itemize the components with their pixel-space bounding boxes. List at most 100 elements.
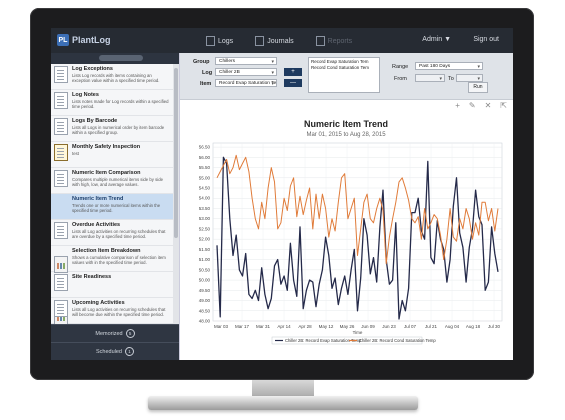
item-select[interactable]: Record Evap Saturation Temp <box>215 79 277 87</box>
y-tick-label: 55.00 <box>199 175 211 180</box>
report-title: Numeric Item Trend <box>72 196 124 202</box>
nav-reports[interactable]: Reports <box>315 36 352 46</box>
report-description: test <box>72 151 79 156</box>
y-tick-label: 53.50 <box>199 206 211 211</box>
monitor-stand-base <box>148 396 418 410</box>
y-tick-label: 50.00 <box>199 278 211 283</box>
selected-item[interactable]: Record Cond Saturation Tem <box>311 65 377 71</box>
report-title: Log Exceptions <box>72 66 113 72</box>
y-tick-label: 49.50 <box>199 288 211 293</box>
report-description: Lists all Log activities on recurring sc… <box>72 229 166 239</box>
trend-chart: Numeric Item Trend Mar 01, 2015 to Aug 2… <box>199 119 503 345</box>
monitor-bezel: PL PlantLog Logs Journals Reports Admin … <box>30 8 534 380</box>
y-tick-label: 50.50 <box>199 267 211 272</box>
y-tick-label: 51.00 <box>199 257 211 262</box>
selected-items-list[interactable]: Record Evap Saturation Tem Record Cond S… <box>308 57 380 93</box>
report-description: Lists all Log activities on recurring sc… <box>72 307 166 317</box>
report-title: Monthly Safety Inspection <box>72 144 141 150</box>
export-icon[interactable]: ⇱ <box>500 101 507 110</box>
x-tick-label: Jul 30 <box>488 324 501 329</box>
report-description: Compares multiple numerical items side b… <box>72 177 163 187</box>
journal-icon <box>255 36 265 46</box>
scroll-thumb[interactable] <box>174 68 178 238</box>
report-item-text: Numeric Item Comparison Compares multiple… <box>72 170 170 191</box>
document-icon <box>54 92 68 109</box>
sidebar-report-item[interactable]: Logs By Barcode Lists all Logs in numeric… <box>51 116 173 142</box>
report-description: Trends one or more numerical items withi… <box>72 203 161 213</box>
report-item-text: Log Exceptions Lists Log records with ite… <box>72 66 170 87</box>
x-axis-label: Time <box>353 330 363 335</box>
y-tick-label: 54.50 <box>199 186 211 191</box>
chart-title: Numeric Item Trend <box>304 119 388 129</box>
sidebar-report-item[interactable]: Monthly Safety Inspection test <box>51 142 173 168</box>
plus-icon[interactable]: + <box>455 101 460 110</box>
document-icon <box>54 170 68 187</box>
y-tick-label: 53.00 <box>199 216 211 221</box>
document-icon <box>54 66 68 83</box>
x-tick-label: Aug 04 <box>445 324 460 329</box>
delete-icon[interactable]: ✕ <box>485 101 492 110</box>
report-title: Logs By Barcode <box>72 118 118 124</box>
remove-item-button[interactable]: — <box>284 79 302 87</box>
scheduled-label: Scheduled <box>96 348 122 355</box>
scheduled-tab[interactable]: Scheduled 1 <box>51 342 179 360</box>
y-tick-label: 52.00 <box>199 237 211 242</box>
add-item-button[interactable]: + <box>284 68 302 76</box>
y-tick-label: 49.00 <box>199 298 211 303</box>
report-item-text: Log Notes Lists notes made for Log record… <box>72 92 170 113</box>
y-tick-label: 51.50 <box>199 247 211 252</box>
logs-icon <box>206 36 215 46</box>
sidebar-report-item[interactable]: Numeric Item Comparison Compares multiple… <box>51 168 173 194</box>
x-tick-label: May 26 <box>340 324 355 329</box>
top-nav-bar: PL PlantLog Logs Journals Reports Admin … <box>51 28 513 53</box>
item-label: Item <box>200 81 212 87</box>
document-icon <box>54 300 68 317</box>
app-logo[interactable]: PL PlantLog <box>57 34 111 46</box>
sidebar-report-item[interactable]: Numeric Item Trend Trends one or more num… <box>51 194 173 273</box>
memorized-tab[interactable]: Memorized 5 <box>51 324 179 342</box>
report-title: Site Readiness <box>72 274 112 280</box>
log-select[interactable]: Chiller 2B <box>215 68 277 76</box>
sidebar-report-item[interactable]: Overdue Activities Lists all Log activiti… <box>51 220 173 246</box>
sidebar-scrollbar[interactable] <box>173 64 179 326</box>
edit-icon[interactable]: ✎ <box>469 101 476 110</box>
clipboard-icon <box>54 144 68 161</box>
from-label: From <box>394 76 407 82</box>
group-select[interactable]: Chillers <box>215 57 277 65</box>
sidebar-report-item[interactable]: Log Exceptions Lists Log records with ite… <box>51 64 173 90</box>
report-description: Shows a cumulative comparison of selecti… <box>72 255 166 265</box>
report-list: Log Exceptions Lists Log records with ite… <box>51 64 173 326</box>
y-tick-label: 52.50 <box>199 226 211 231</box>
sidebar-report-item[interactable]: Site Readiness <box>51 272 173 298</box>
nav-journals[interactable]: Journals <box>255 36 294 46</box>
report-title: Log Notes <box>72 92 99 98</box>
document-icon <box>54 118 68 135</box>
report-toolbar: + ✎ ✕ ⇱ <box>455 101 507 110</box>
selected-item[interactable]: Record Evap Saturation Tem <box>311 59 377 65</box>
range-select[interactable]: Past 180 Days <box>415 62 483 70</box>
y-tick-label: 48.50 <box>199 308 211 313</box>
signout-link[interactable]: Sign out <box>473 36 499 43</box>
x-tick-label: Apr 14 <box>277 324 291 329</box>
to-label: To <box>448 76 454 82</box>
user-menu[interactable]: Admin ▼ <box>422 36 451 43</box>
x-tick-label: Jul 07 <box>404 324 417 329</box>
x-tick-label: Mar 17 <box>235 324 250 329</box>
y-tick-label: 54.00 <box>199 196 211 201</box>
x-tick-label: Mar 03 <box>214 324 229 329</box>
sidebar-report-item[interactable]: Log Notes Lists notes made for Log record… <box>51 90 173 116</box>
from-date-field[interactable] <box>415 74 445 82</box>
search-pill[interactable] <box>99 55 143 61</box>
y-tick-label: 56.00 <box>199 155 211 160</box>
sidebar-report-item[interactable]: Selection Item Breakdown Shows a cumulati… <box>51 246 173 325</box>
nav-logs[interactable]: Logs <box>206 36 233 46</box>
run-button[interactable]: Run <box>468 82 488 93</box>
sidebar-report-item[interactable]: Upcoming Activities Lists all Log activit… <box>51 298 173 324</box>
range-label: Range <box>392 64 409 70</box>
x-tick-label: May 12 <box>319 324 334 329</box>
report-description: Lists Log records with items containing … <box>72 73 160 83</box>
sidebar-search[interactable] <box>51 53 179 64</box>
report-item-text: Selection Item Breakdown Shows a cumulati… <box>72 248 170 269</box>
to-date-field[interactable] <box>456 74 483 82</box>
legend-entry: Chiller 2B: Record Cond Saturation Temp <box>359 338 436 343</box>
